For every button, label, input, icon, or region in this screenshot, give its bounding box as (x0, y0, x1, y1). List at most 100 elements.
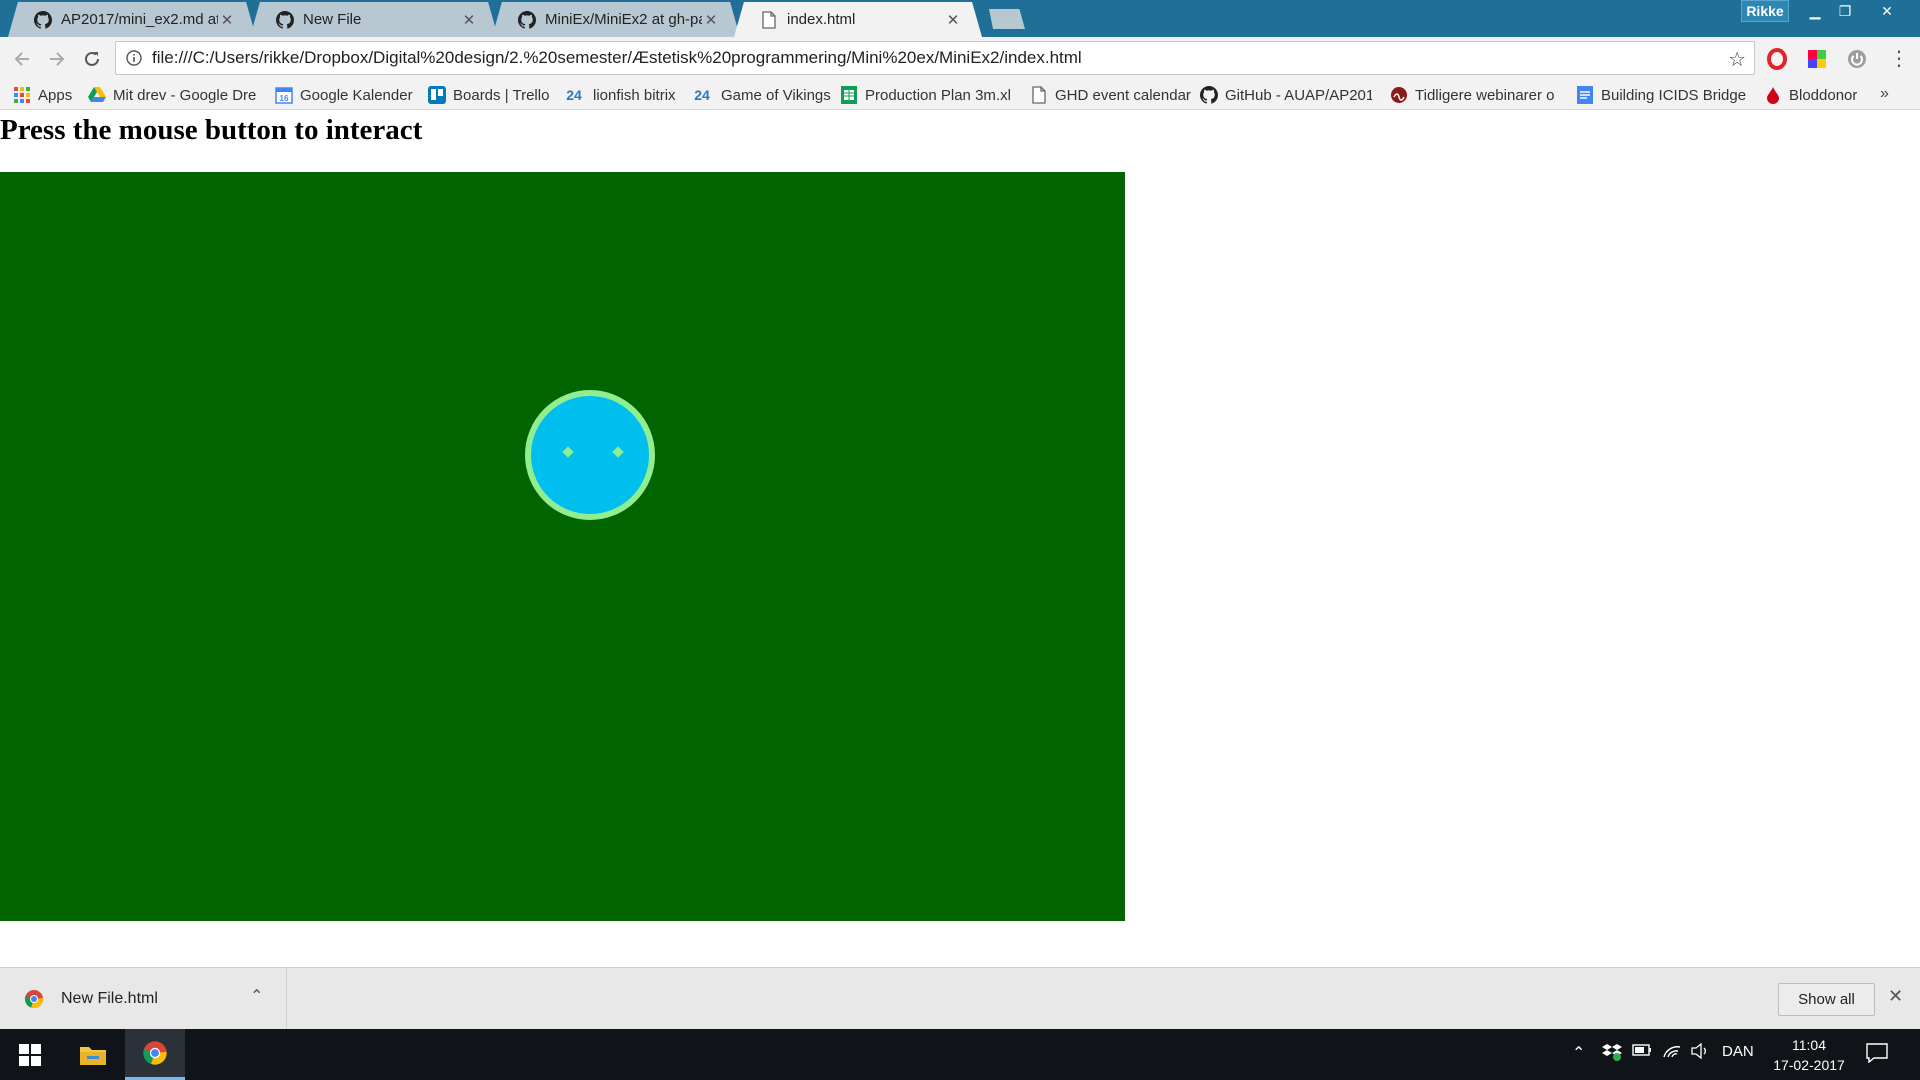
bookmark-label: Bloddonor (1789, 86, 1858, 104)
taskbar: ⌃ DAN 11:04 17-02-2017 (0, 1029, 1920, 1080)
sketch-canvas[interactable] (0, 172, 1125, 921)
bookmark-bloddonor[interactable]: Bloddonor (1764, 85, 1857, 105)
system-clock[interactable]: 11:04 17-02-2017 (1767, 1035, 1851, 1075)
bookmark-label: Building ICIDS Bridge (1601, 86, 1747, 104)
bookmark-game-of-vikings[interactable]: 24 Game of Vikings (690, 85, 831, 105)
right-eye (612, 446, 624, 458)
tab-title: MiniEx/MiniEx2 at gh-pa (545, 11, 702, 28)
menu-dots-icon[interactable]: ⋮ (1888, 48, 1910, 70)
bookmark-label: Game of Vikings (721, 86, 831, 104)
star-icon[interactable]: ☆ (1728, 47, 1746, 72)
address-url: file:///C:/Users/rikke/Dropbox/Digital%2… (152, 48, 1082, 67)
bookmark-google-drive[interactable]: Mit drev - Google Dre (88, 85, 258, 105)
bookmark-google-calendar[interactable]: 16 Google Kalender (275, 85, 413, 105)
bookmark-label: GHD event calendar (1055, 86, 1191, 104)
bitrix24-icon: 24 (566, 87, 582, 103)
tab-title: index.html (787, 11, 856, 28)
chevron-up-icon[interactable]: ⌃ (1572, 1043, 1585, 1063)
bookmark-github-auap[interactable]: GitHub - AUAP/AP201 (1200, 85, 1372, 105)
screen: AP2017/mini_ex2.md at r ✕ New File ✕ Min… (0, 0, 1920, 1080)
page-title: Press the mouse button to interact (0, 114, 423, 146)
file-explorer-icon[interactable] (63, 1029, 123, 1080)
windows-start-icon[interactable] (0, 1029, 60, 1080)
color-picker-extension-icon[interactable] (1806, 48, 1828, 70)
bookmark-label: Tidligere webinarer o (1415, 86, 1555, 104)
tab-strip: AP2017/mini_ex2.md at r ✕ New File ✕ Min… (0, 0, 1920, 37)
bookmark-lionfish-bitrix[interactable]: 24 lionfish bitrix (562, 85, 676, 105)
info-icon[interactable] (116, 50, 152, 66)
bookmarks-overflow-button[interactable]: » (1880, 85, 1889, 103)
bookmark-label: Production Plan 3m.xl (865, 86, 1010, 104)
address-bar[interactable]: file:///C:/Users/rikke/Dropbox/Digital%2… (115, 41, 1755, 75)
input-language[interactable]: DAN (1722, 1043, 1754, 1060)
apps-grid-icon (13, 86, 31, 104)
github-icon (276, 10, 294, 29)
tab-title: New File (303, 11, 362, 28)
bookmark-building-icids[interactable]: Building ICIDS Bridge (1576, 85, 1748, 105)
close-icon[interactable]: ✕ (1888, 986, 1903, 1007)
profile-button[interactable]: Rikke (1741, 0, 1789, 22)
download-file-name: New File.html (61, 990, 158, 1007)
chrome-icon (24, 989, 44, 1009)
bookmark-label: GitHub - AUAP/AP201 (1225, 86, 1372, 104)
back-icon[interactable] (8, 45, 36, 73)
new-tab-button[interactable] (989, 9, 1025, 29)
close-window-icon[interactable]: ✕ (1872, 0, 1902, 22)
github-icon (1200, 86, 1218, 104)
reload-icon[interactable] (78, 45, 106, 73)
chevron-up-icon[interactable]: ⌃ (250, 986, 263, 1006)
download-bar: New File.html ⌃ Show all ✕ (0, 967, 1920, 1030)
chrome-taskbar-icon[interactable] (125, 1029, 185, 1080)
power-extension-icon[interactable] (1846, 48, 1868, 70)
github-icon (518, 10, 536, 29)
bookmark-trello[interactable]: Boards | Trello (428, 85, 549, 105)
bookmark-label: Apps (38, 86, 73, 104)
bookmark-label: lionfish bitrix (593, 86, 676, 104)
close-icon[interactable]: ✕ (702, 11, 720, 29)
toolbar: file:///C:/Users/rikke/Dropbox/Digital%2… (0, 37, 1920, 81)
bookmark-tidligere-webinarer[interactable]: Tidligere webinarer o (1390, 85, 1560, 105)
show-all-button[interactable]: Show all (1778, 983, 1875, 1016)
github-icon (34, 10, 52, 29)
bookmark-label: Google Kalender (300, 86, 413, 104)
close-icon[interactable]: ✕ (944, 11, 962, 29)
svg-text:16: 16 (280, 94, 289, 103)
action-center-icon[interactable] (1866, 1043, 1888, 1068)
bookmark-label: Boards | Trello (453, 86, 550, 104)
tab-ap2017[interactable]: AP2017/mini_ex2.md at r ✕ (8, 2, 256, 37)
close-icon[interactable]: ✕ (218, 11, 236, 29)
minimize-icon[interactable]: ▁ (1800, 0, 1830, 22)
blood-drop-icon (1764, 86, 1782, 104)
dropbox-icon[interactable] (1602, 1043, 1622, 1066)
clock-date: 17-02-2017 (1773, 1057, 1845, 1073)
page-icon (1030, 86, 1048, 104)
forward-icon[interactable] (43, 45, 71, 73)
bookmark-label: Mit drev - Google Dre (113, 86, 257, 104)
bookmarks-bar: Apps Mit drev - Google Dre 16 Google Kal… (0, 81, 1920, 110)
bookmark-production-plan[interactable]: Production Plan 3m.xl (840, 85, 1010, 105)
sheets-icon (840, 86, 858, 104)
bookmark-ghd-event-calendar[interactable]: GHD event calendar (1030, 85, 1191, 105)
volume-icon[interactable] (1690, 1042, 1710, 1064)
tab-miniex2[interactable]: MiniEx/MiniEx2 at gh-pa ✕ (492, 2, 740, 37)
tab-title: AP2017/mini_ex2.md at r (61, 11, 218, 28)
battery-icon[interactable] (1632, 1043, 1652, 1062)
bookmark-apps[interactable]: Apps (13, 85, 72, 105)
trello-icon (428, 86, 446, 104)
bitrix24-icon: 24 (694, 87, 710, 103)
webinar-icon (1390, 86, 1408, 104)
tab-new-file[interactable]: New File ✕ (250, 2, 498, 37)
calendar-icon: 16 (275, 86, 293, 104)
wifi-icon[interactable] (1662, 1043, 1682, 1064)
opera-extension-icon[interactable] (1766, 48, 1788, 70)
clock-time: 11:04 (1792, 1037, 1826, 1053)
google-drive-icon (88, 86, 106, 104)
restore-icon[interactable]: ❐ (1830, 0, 1860, 22)
page-content: Press the mouse button to interact (0, 110, 1920, 967)
download-item[interactable]: New File.html ⌃ (0, 968, 287, 1030)
docs-icon (1576, 86, 1594, 104)
file-icon (760, 10, 778, 29)
tab-index-html[interactable]: index.html ✕ (734, 2, 982, 37)
close-icon[interactable]: ✕ (460, 11, 478, 29)
smiley-face (525, 390, 655, 520)
